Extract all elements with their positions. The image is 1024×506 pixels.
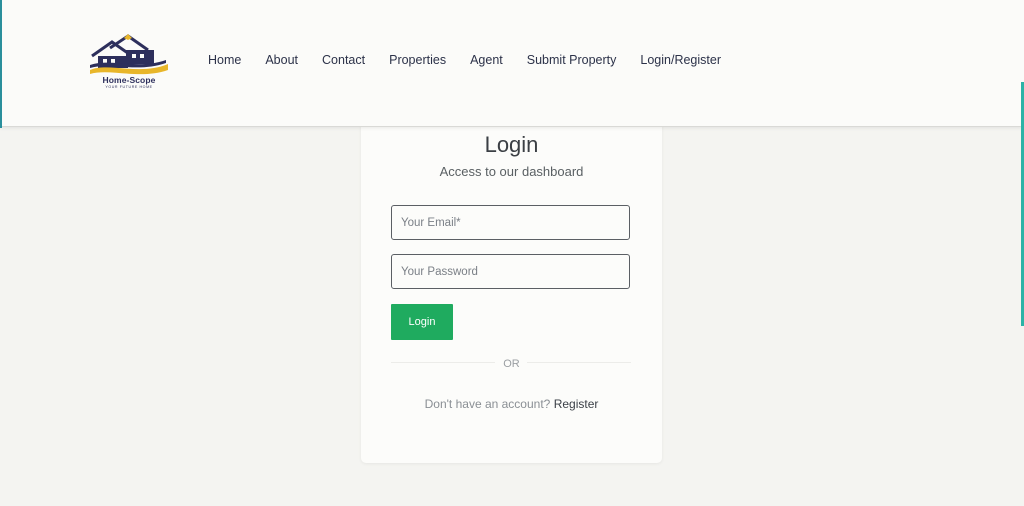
nav-login-register[interactable]: Login/Register [640,53,721,67]
logo-tagline: YOUR FUTURE HOME [105,85,153,89]
logo-name: Home-Scope [102,75,156,85]
main-nav: Home About Contact Properties Agent Subm… [208,53,745,67]
site-logo[interactable]: Home-Scope YOUR FUTURE HOME [88,34,170,94]
email-field[interactable] [391,205,630,240]
login-button[interactable]: Login [391,304,453,340]
nav-home[interactable]: Home [208,53,241,67]
login-card: Login Access to our dashboard Login OR D… [361,120,662,463]
nav-agent[interactable]: Agent [470,53,503,67]
register-prompt: Don't have an account? Register [361,397,662,411]
register-link[interactable]: Register [554,397,599,411]
login-title: Login [484,132,539,157]
or-divider-text: OR [503,358,520,370]
login-subtitle: Access to our dashboard [439,164,584,179]
house-logo-icon [90,34,168,75]
register-prompt-text: Don't have an account? [424,397,551,411]
nav-submit-property[interactable]: Submit Property [527,53,617,67]
left-accent-bar [0,0,2,128]
nav-about[interactable]: About [265,53,298,67]
nav-contact[interactable]: Contact [322,53,365,67]
site-header: Home-Scope YOUR FUTURE HOME Home About C… [0,0,1024,127]
password-field[interactable] [391,254,630,289]
nav-properties[interactable]: Properties [389,53,446,67]
